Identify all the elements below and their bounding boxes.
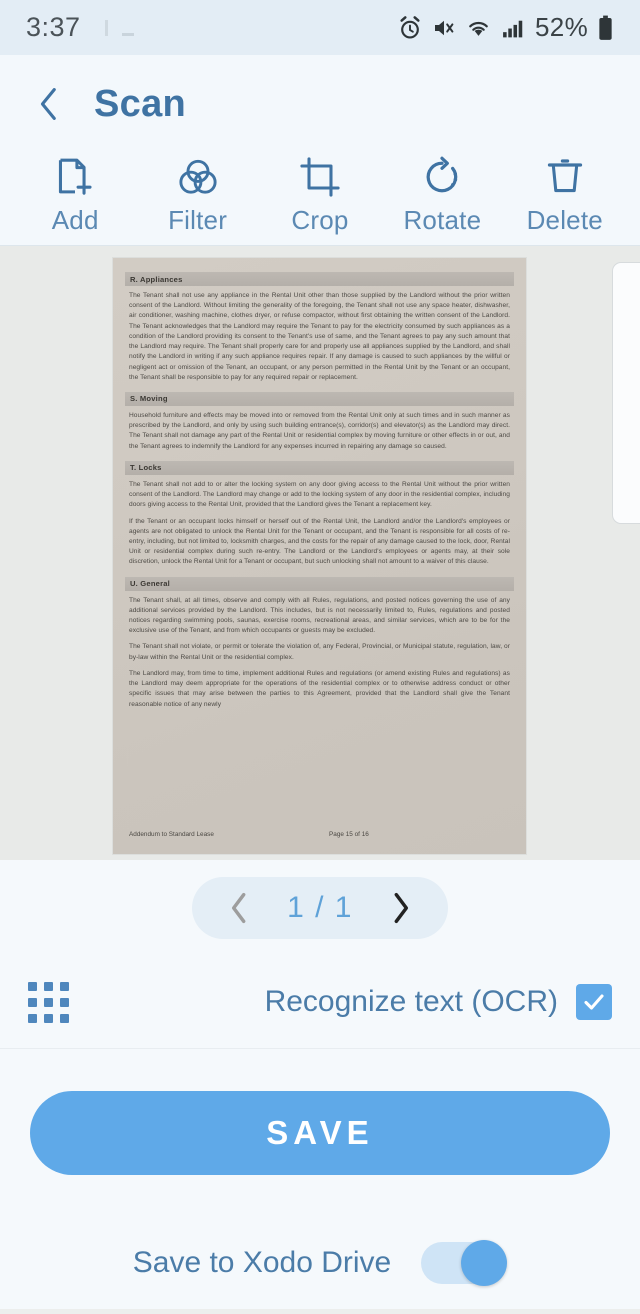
grid-dot bbox=[60, 1013, 69, 1023]
tool-crop-label: Crop bbox=[291, 205, 349, 235]
tool-delete-label: Delete bbox=[526, 205, 603, 235]
doc-section-paragraph: The Tenant shall not use any appliance i… bbox=[129, 292, 510, 381]
scan-preview-area[interactable]: R. Appliances The Tenant shall not use a… bbox=[0, 245, 640, 860]
scanned-page[interactable]: R. Appliances The Tenant shall not use a… bbox=[113, 258, 526, 854]
mute-icon bbox=[435, 20, 454, 35]
tool-delete[interactable]: Delete bbox=[507, 153, 622, 236]
page-indicator: 1 / 1 bbox=[287, 891, 353, 924]
grid-dot bbox=[44, 997, 53, 1007]
status-time: 3:37 bbox=[26, 12, 81, 42]
add-page-icon bbox=[54, 155, 96, 199]
check-icon bbox=[584, 994, 604, 1010]
page-title: Scan bbox=[94, 82, 187, 125]
filter-icon bbox=[177, 155, 219, 199]
toggle-knob bbox=[461, 1240, 508, 1286]
pager-area: 1 / 1 bbox=[0, 860, 640, 956]
ocr-toggle-group[interactable]: Recognize text (OCR) bbox=[265, 984, 612, 1020]
tool-filter-label: Filter bbox=[168, 205, 228, 235]
chevron-left-icon bbox=[40, 88, 56, 120]
doc-footer: Addendum to Standard Lease Page 15 of 16 bbox=[129, 831, 510, 838]
tool-add-label: Add bbox=[51, 205, 99, 235]
alarm-icon bbox=[400, 15, 420, 39]
doc-section-paragraph: The Tenant shall not add to or alter the… bbox=[129, 480, 510, 509]
nav-back-button[interactable] bbox=[448, 1309, 538, 1314]
status-bar-spacer bbox=[81, 19, 397, 36]
doc-section-paragraph: The Tenant shall, at all times, observe … bbox=[129, 596, 510, 635]
ocr-row: Recognize text (OCR) bbox=[0, 956, 640, 1049]
grid-view-icon[interactable] bbox=[28, 981, 69, 1023]
save-area: SAVE bbox=[0, 1049, 640, 1217]
prev-page-button[interactable] bbox=[222, 888, 256, 928]
edit-toolbar: Add Filter Crop Rotate Delete bbox=[0, 153, 640, 245]
back-button[interactable] bbox=[32, 84, 66, 124]
save-button[interactable]: SAVE bbox=[30, 1091, 610, 1175]
status-notification-dash bbox=[121, 33, 134, 36]
doc-section-heading: S. Moving bbox=[125, 391, 514, 406]
wifi-icon bbox=[469, 21, 488, 36]
chevron-left-icon bbox=[231, 892, 246, 924]
app-bar: Scan bbox=[0, 55, 640, 153]
doc-section-heading: R. Appliances bbox=[125, 272, 514, 286]
crop-icon bbox=[299, 155, 341, 199]
doc-section-paragraph: Household furniture and effects may be m… bbox=[129, 411, 510, 450]
cellular-signal-icon bbox=[503, 20, 523, 37]
doc-footer-left: Addendum to Standard Lease bbox=[129, 831, 214, 838]
system-nav-bar bbox=[0, 1309, 640, 1314]
tool-crop[interactable]: Crop bbox=[262, 153, 377, 236]
doc-section-paragraph: The Tenant shall not violate, or permit … bbox=[129, 643, 510, 661]
tool-rotate-label: Rotate bbox=[403, 205, 482, 235]
grid-dot bbox=[60, 997, 69, 1007]
nav-recents-button[interactable] bbox=[102, 1309, 192, 1314]
grid-dot bbox=[28, 981, 37, 991]
status-notification-placeholder bbox=[104, 19, 108, 36]
page-navigator: 1 / 1 bbox=[192, 877, 448, 939]
grid-dot bbox=[28, 1013, 37, 1023]
tool-rotate[interactable]: Rotate bbox=[385, 153, 500, 236]
doc-section-paragraph: The Landlord may, from time to time, imp… bbox=[129, 669, 510, 708]
ocr-checkbox[interactable] bbox=[576, 984, 612, 1020]
drive-row: Save to Xodo Drive bbox=[0, 1217, 640, 1309]
tool-add[interactable]: Add bbox=[18, 153, 133, 236]
status-bar: 3:37 52% bbox=[0, 0, 640, 55]
doc-footer-right: Page 15 of 16 bbox=[329, 831, 369, 838]
battery-icon bbox=[599, 15, 612, 40]
next-page-button[interactable] bbox=[384, 888, 418, 928]
grid-dot bbox=[44, 1013, 53, 1023]
delete-icon bbox=[544, 155, 586, 199]
tool-filter[interactable]: Filter bbox=[140, 153, 255, 236]
nav-home-button[interactable] bbox=[275, 1309, 365, 1314]
doc-section-heading: T. Locks bbox=[125, 460, 514, 475]
save-to-drive-toggle[interactable] bbox=[421, 1240, 508, 1286]
phone-screen: 3:37 52% Scan Add Filter Crop Rotate Del… bbox=[0, 0, 640, 1314]
save-to-drive-label: Save to Xodo Drive bbox=[132, 1246, 392, 1279]
grid-dot bbox=[28, 997, 37, 1007]
doc-section-heading: U. General bbox=[125, 576, 514, 591]
grid-dot bbox=[44, 981, 53, 991]
battery-percent: 52% bbox=[535, 12, 588, 42]
rotate-icon bbox=[421, 155, 463, 199]
status-icons: 52% bbox=[397, 12, 614, 43]
chevron-right-icon bbox=[394, 892, 409, 924]
grid-dot bbox=[60, 981, 69, 991]
ocr-label: Recognize text (OCR) bbox=[264, 985, 558, 1018]
next-page-thumbnail[interactable] bbox=[612, 262, 640, 524]
doc-section-paragraph: If the Tenant or an occupant locks himse… bbox=[129, 517, 510, 566]
